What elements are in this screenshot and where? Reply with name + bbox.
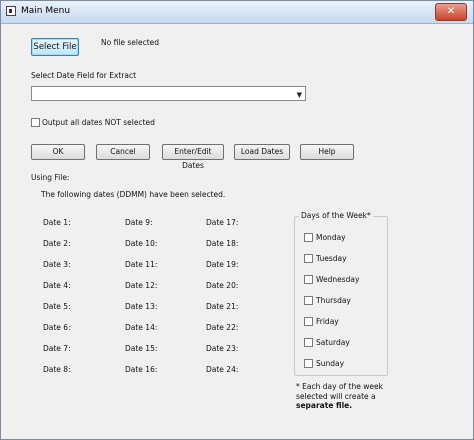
chevron-down-icon: ▼ [296,91,302,99]
date-field-label: Select Date Field for Extract [31,71,137,80]
friday-label: Friday [316,317,339,326]
select-file-button[interactable]: Select File [31,38,79,56]
date-20-label: Date 20: [206,281,239,290]
date-5-label: Date 5: [43,302,71,311]
close-button[interactable]: ✕ [435,3,467,21]
date-19-label: Date 19: [206,260,239,269]
monday-label: Monday [316,233,346,242]
tuesday-label: Tuesday [316,254,347,263]
saturday-checkbox[interactable] [304,338,313,347]
date-16-label: Date 16: [125,365,158,374]
date-field-select[interactable]: ▼ [31,86,306,101]
title-bar[interactable]: Main Menu ✕ [1,1,473,24]
date-3-label: Date 3: [43,260,71,269]
date-15-label: Date 15: [125,344,158,353]
monday-checkbox[interactable] [304,233,313,242]
load-dates-button[interactable]: Load Dates [234,144,290,160]
window-title: Main Menu [21,6,71,16]
output-not-selected-checkbox[interactable] [31,118,40,127]
date-18-label: Date 18: [206,239,239,248]
sunday-checkbox[interactable] [304,359,313,368]
sunday-label: Sunday [316,359,345,368]
date-2-label: Date 2: [43,239,71,248]
date-22-label: Date 22: [206,323,239,332]
saturday-label: Saturday [316,338,350,347]
main-menu-window: Main Menu ✕ Select File No file selected… [0,0,474,440]
date-8-label: Date 8: [43,365,71,374]
footnote-line-1: * Each day of the week [296,382,383,391]
app-icon [6,6,16,16]
wednesday-checkbox[interactable] [304,275,313,284]
output-not-selected-label: Output all dates NOT selected [42,118,155,127]
using-file-label: Using File: [31,173,70,182]
date-14-label: Date 14: [125,323,158,332]
file-status: No file selected [101,38,160,47]
days-footnote: * Each day of the week selected will cre… [296,382,416,411]
help-button[interactable]: Help [300,144,354,160]
date-24-label: Date 24: [206,365,239,374]
date-12-label: Date 12: [125,281,158,290]
friday-checkbox[interactable] [304,317,313,326]
date-11-label: Date 11: [125,260,158,269]
cancel-button[interactable]: Cancel [96,144,150,160]
ok-button[interactable]: OK [31,144,85,160]
wednesday-label: Wednesday [316,275,360,284]
close-icon: ✕ [446,6,456,17]
date-23-label: Date 23: [206,344,239,353]
thursday-label: Thursday [316,296,351,305]
footnote-line-2: selected will create a [296,391,376,401]
date-1-label: Date 1: [43,218,71,227]
date-4-label: Date 4: [43,281,71,290]
date-7-label: Date 7: [43,344,71,353]
enter-edit-dates-button[interactable]: Enter/Edit Dates [162,144,224,170]
days-of-week-title: Days of the Week* [299,211,373,220]
date-21-label: Date 21: [206,302,239,311]
thursday-checkbox[interactable] [304,296,313,305]
date-10-label: Date 10: [125,239,158,248]
footnote-line-3: separate file. [296,401,353,410]
date-6-label: Date 6: [43,323,71,332]
tuesday-checkbox[interactable] [304,254,313,263]
date-17-label: Date 17: [206,218,239,227]
date-13-label: Date 13: [125,302,158,311]
date-9-label: Date 9: [125,218,153,227]
selected-dates-heading: The following dates (DDMM) have been sel… [41,190,226,199]
